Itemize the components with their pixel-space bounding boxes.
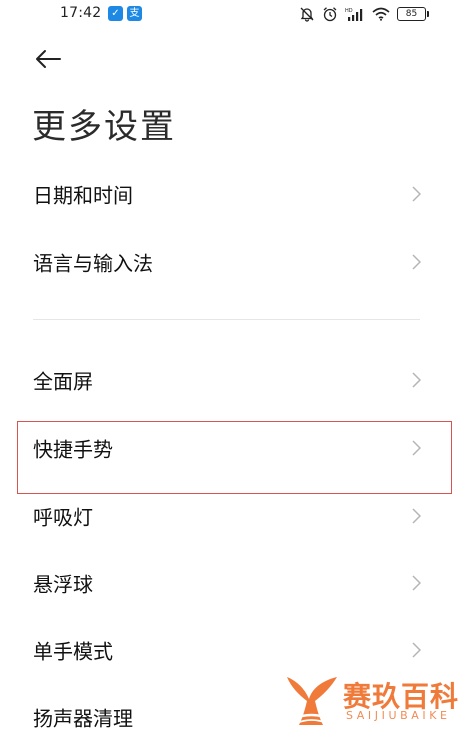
settings-item-breathing-light[interactable]: 呼吸灯 xyxy=(0,488,462,544)
status-icons: HD 85 xyxy=(299,3,429,25)
status-bar: 17:42 ✓ 支 HD 85 xyxy=(0,0,462,28)
chevron-right-icon xyxy=(412,575,421,591)
settings-item-label: 全面屏 xyxy=(33,369,93,394)
settings-item-label: 语言与输入法 xyxy=(33,251,153,276)
page-title: 更多设置 xyxy=(32,107,176,147)
settings-item-shortcut-gestures[interactable]: 快捷手势 xyxy=(0,420,462,476)
chevron-right-icon xyxy=(412,440,421,456)
wifi-icon xyxy=(372,7,390,21)
svg-text:HD: HD xyxy=(345,8,353,14)
settings-item-label: 日期和时间 xyxy=(33,183,133,208)
chevron-right-icon xyxy=(412,642,421,658)
settings-item-full-screen[interactable]: 全面屏 xyxy=(0,352,462,408)
chevron-right-icon xyxy=(412,254,421,270)
settings-item-floating-ball[interactable]: 悬浮球 xyxy=(0,555,462,611)
watermark-subtext: SAIJIUBAIKE xyxy=(346,709,451,722)
chevron-right-icon xyxy=(412,372,421,388)
arrow-left-icon xyxy=(36,50,61,68)
settings-item-language-input[interactable]: 语言与输入法 xyxy=(0,234,462,290)
settings-item-label: 呼吸灯 xyxy=(33,505,93,530)
alipay-app-icon: 支 xyxy=(127,6,142,21)
watermark: 赛玖百科 SAIJIUBAIKE xyxy=(283,669,458,729)
whale-tail-logo-icon xyxy=(287,677,337,725)
settings-item-label: 悬浮球 xyxy=(33,572,93,597)
chevron-right-icon xyxy=(412,186,421,202)
chevron-right-icon xyxy=(412,508,421,524)
settings-item-label: 扬声器清理 xyxy=(33,706,133,731)
battery-icon: 85 xyxy=(397,7,429,21)
mute-icon xyxy=(300,7,314,22)
section-divider xyxy=(33,319,420,320)
settings-item-date-time[interactable]: 日期和时间 xyxy=(0,166,462,222)
settings-item-label: 单手模式 xyxy=(33,639,113,664)
notification-app-icon: ✓ xyxy=(108,6,123,21)
back-button[interactable] xyxy=(34,48,62,70)
hd-signal-icon: HD xyxy=(345,8,363,21)
settings-item-label: 快捷手势 xyxy=(33,437,113,462)
status-time: 17:42 xyxy=(60,5,102,21)
alarm-icon xyxy=(323,7,337,22)
